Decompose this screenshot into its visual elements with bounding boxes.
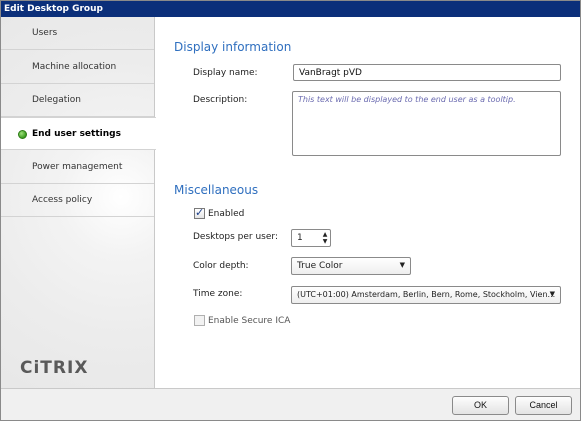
sidebar-item-label: End user settings [32, 129, 121, 139]
sidebar-item-access-policy[interactable]: Access policy [1, 184, 154, 217]
enabled-checkbox[interactable] [194, 206, 205, 219]
window-title: Edit Desktop Group [1, 1, 580, 17]
time-zone-label: Time zone: [193, 289, 243, 299]
sidebar-item-label: Power management [32, 162, 123, 172]
description-placeholder: This text will be displayed to the end u… [298, 95, 516, 104]
sidebar: Users Machine allocation Delegation End … [1, 17, 156, 388]
sidebar-item-machine-allocation[interactable]: Machine allocation [1, 51, 154, 84]
ok-button[interactable]: OK [452, 396, 509, 415]
settings-panel: Display information Display name: VanBra… [156, 17, 580, 388]
desktops-per-user-label: Desktops per user: [193, 232, 278, 242]
cancel-button[interactable]: Cancel [515, 396, 572, 415]
enabled-label: Enabled [208, 209, 245, 219]
description-label: Description: [193, 95, 248, 105]
sidebar-item-label: Delegation [32, 95, 81, 105]
edit-desktop-group-window: Edit Desktop Group Users Machine allocat… [0, 0, 581, 421]
stepper-arrows-icon[interactable]: ▲ ▼ [321, 231, 329, 245]
sidebar-item-label: Access policy [32, 195, 93, 205]
display-name-label: Display name: [193, 68, 258, 78]
desktops-per-user-stepper[interactable]: 1 ▲ ▼ [291, 229, 331, 247]
sidebar-item-delegation[interactable]: Delegation [1, 84, 154, 117]
display-name-value: VanBragt pVD [299, 68, 362, 78]
color-depth-value: True Color [297, 261, 343, 271]
enable-secure-ica-checkbox[interactable] [194, 315, 205, 326]
citrix-logo: CiTRIX [20, 358, 89, 378]
dialog-footer: OK Cancel [1, 388, 580, 420]
time-zone-select[interactable]: (UTC+01:00) Amsterdam, Berlin, Bern, Rom… [291, 286, 561, 304]
desktops-per-user-value: 1 [297, 233, 303, 243]
miscellaneous-heading: Miscellaneous [174, 183, 259, 197]
sidebar-item-label: Machine allocation [32, 62, 117, 72]
time-zone-value: (UTC+01:00) Amsterdam, Berlin, Bern, Rom… [297, 290, 556, 299]
chevron-down-icon: ▼ [399, 261, 405, 269]
color-depth-select[interactable]: True Color ▼ [291, 257, 411, 275]
sidebar-item-label: Users [32, 28, 58, 38]
color-depth-label: Color depth: [193, 261, 249, 271]
description-textarea[interactable]: This text will be displayed to the end u… [292, 91, 561, 156]
enable-secure-ica-label: Enable Secure ICA [208, 316, 291, 326]
active-status-icon [18, 130, 27, 139]
display-name-input[interactable]: VanBragt pVD [293, 64, 561, 81]
sidebar-item-power-management[interactable]: Power management [1, 151, 154, 184]
display-information-heading: Display information [174, 40, 292, 54]
sidebar-item-end-user-settings[interactable]: End user settings [1, 117, 156, 150]
chevron-down-icon: ▼ [549, 290, 555, 298]
sidebar-item-users[interactable]: Users [1, 17, 154, 50]
